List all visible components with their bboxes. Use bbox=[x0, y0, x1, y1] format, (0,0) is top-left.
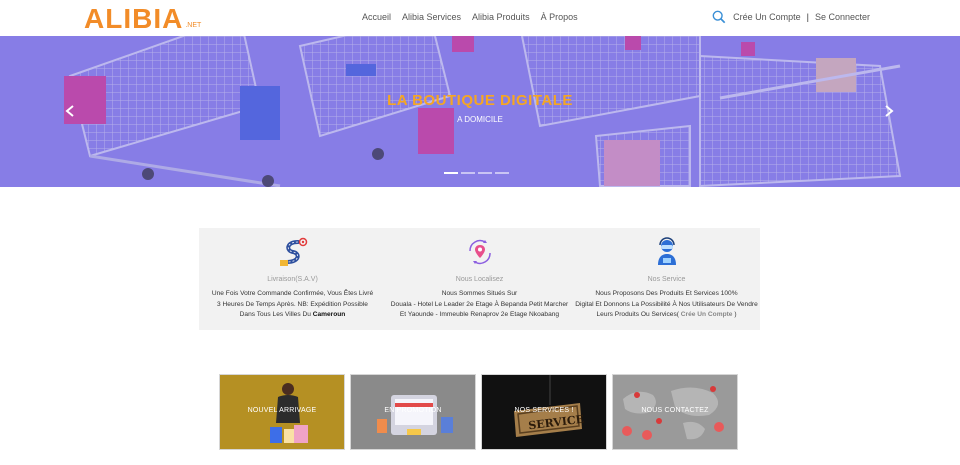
info-services-line-1: Nous Proposons Des Produits Et Services … bbox=[595, 290, 738, 297]
slider-indicators bbox=[444, 172, 509, 174]
card-contact[interactable]: NOUS CONTACTEZ bbox=[612, 374, 738, 450]
info-delivery-text: Une Fois Votre Commande Confirmée, Vous … bbox=[212, 289, 373, 321]
slide-indicator-3[interactable] bbox=[478, 172, 492, 174]
slide-indicator-1[interactable] bbox=[444, 172, 458, 174]
card-promotion[interactable]: EN PROMOTION bbox=[350, 374, 476, 450]
search-icon[interactable] bbox=[712, 10, 726, 24]
delivery-route-icon bbox=[279, 237, 307, 266]
info-delivery-title: Livraison(S.A.V) bbox=[267, 276, 318, 283]
hero-overlay bbox=[0, 36, 960, 187]
card-contact-label: NOUS CONTACTEZ bbox=[641, 407, 709, 414]
info-location-title: Nous Localisez bbox=[455, 276, 504, 283]
info-services-line-3-suffix: ) bbox=[734, 311, 737, 318]
info-location: Nous Localisez Nous Sommes Situés Sur Do… bbox=[386, 228, 573, 330]
prev-slide-chevron-left-icon[interactable] bbox=[64, 104, 76, 118]
location-pin-icon bbox=[468, 239, 491, 265]
info-services-line-2: Digital Et Donnons La Possibilité À Nos … bbox=[575, 300, 758, 308]
info-location-line-1: Nous Sommes Situés Sur bbox=[441, 290, 518, 297]
card-new-arrivals[interactable]: NOUVEL ARRIVAGE bbox=[219, 374, 345, 450]
account-links: Crée Un Compte | Se Connecter bbox=[712, 10, 870, 24]
nav-item-produits[interactable]: Alibia Produits bbox=[472, 11, 530, 23]
info-delivery-country: Cameroun bbox=[312, 311, 346, 318]
account-separator: | bbox=[806, 12, 809, 22]
site-logo[interactable]: ALIBIA .NET bbox=[84, 2, 201, 34]
card-new-arrivals-label: NOUVEL ARRIVAGE bbox=[247, 407, 317, 414]
info-delivery: Livraison(S.A.V) Une Fois Votre Commande… bbox=[199, 228, 386, 330]
nav-item-services[interactable]: Alibia Services bbox=[402, 11, 461, 23]
info-services-line-3: Leurs Produits Ou Services( Crée Un Comp… bbox=[575, 310, 758, 321]
logo-text: ALIBIA bbox=[84, 3, 184, 34]
info-location-line-3: Et Yaounde - Immeuble Renaprov 2e Etage … bbox=[399, 311, 560, 318]
info-services-line-3-prefix: Leurs Produits Ou Services( bbox=[596, 311, 679, 318]
hero-slider: LA BOUTIQUE DIGITALE A DOMICILE bbox=[0, 36, 960, 187]
login-link[interactable]: Se Connecter bbox=[815, 12, 870, 22]
info-signup-link[interactable]: Crée Un Compte bbox=[681, 311, 733, 318]
nav-item-accueil[interactable]: Accueil bbox=[362, 11, 391, 23]
hero-subtitle: A DOMICILE bbox=[457, 115, 503, 124]
main-nav: Accueil Alibia Services Alibia Produits … bbox=[362, 11, 589, 23]
support-agent-icon bbox=[657, 237, 676, 265]
info-services-title: Nos Service bbox=[647, 276, 686, 283]
next-slide-chevron-right-icon[interactable] bbox=[883, 104, 895, 118]
card-services-label: NOS SERVICES ! bbox=[514, 407, 574, 414]
info-location-line-2: Douala - Hotel Le Leader 2e Etage À Bepa… bbox=[390, 300, 569, 308]
info-delivery-line-3-prefix: Dans Tous Les Villes Du bbox=[239, 311, 313, 318]
info-delivery-line-2: 3 Heures De Temps Après. NB: Expédition … bbox=[217, 300, 368, 308]
card-services[interactable]: SERVICE NOS SERVICES ! bbox=[481, 374, 607, 450]
site-header: ALIBIA .NET Accueil Alibia Services Alib… bbox=[0, 0, 960, 36]
slide-indicator-4[interactable] bbox=[495, 172, 509, 174]
logo-domain: .NET bbox=[185, 22, 202, 29]
card-promotion-label: EN PROMOTION bbox=[384, 407, 442, 414]
info-delivery-line-3: Dans Tous Les Villes Du Cameroun bbox=[212, 310, 373, 321]
info-location-text: Nous Sommes Situés Sur Douala - Hotel Le… bbox=[391, 289, 568, 321]
info-delivery-line-1: Une Fois Votre Commande Confirmée, Vous … bbox=[211, 290, 374, 297]
info-services: Nos Service Nous Proposons Des Produits … bbox=[573, 228, 760, 330]
nav-item-apropos[interactable]: À Propos bbox=[541, 11, 578, 23]
info-services-text: Nous Proposons Des Produits Et Services … bbox=[575, 289, 758, 321]
slide-indicator-2[interactable] bbox=[461, 172, 475, 174]
category-cards: NOUVEL ARRIVAGE EN PROMOTION SERVICE NOS… bbox=[219, 374, 738, 450]
signup-link[interactable]: Crée Un Compte bbox=[733, 12, 801, 22]
info-band: Livraison(S.A.V) Une Fois Votre Commande… bbox=[199, 228, 760, 330]
hero-title: LA BOUTIQUE DIGITALE bbox=[387, 92, 573, 109]
